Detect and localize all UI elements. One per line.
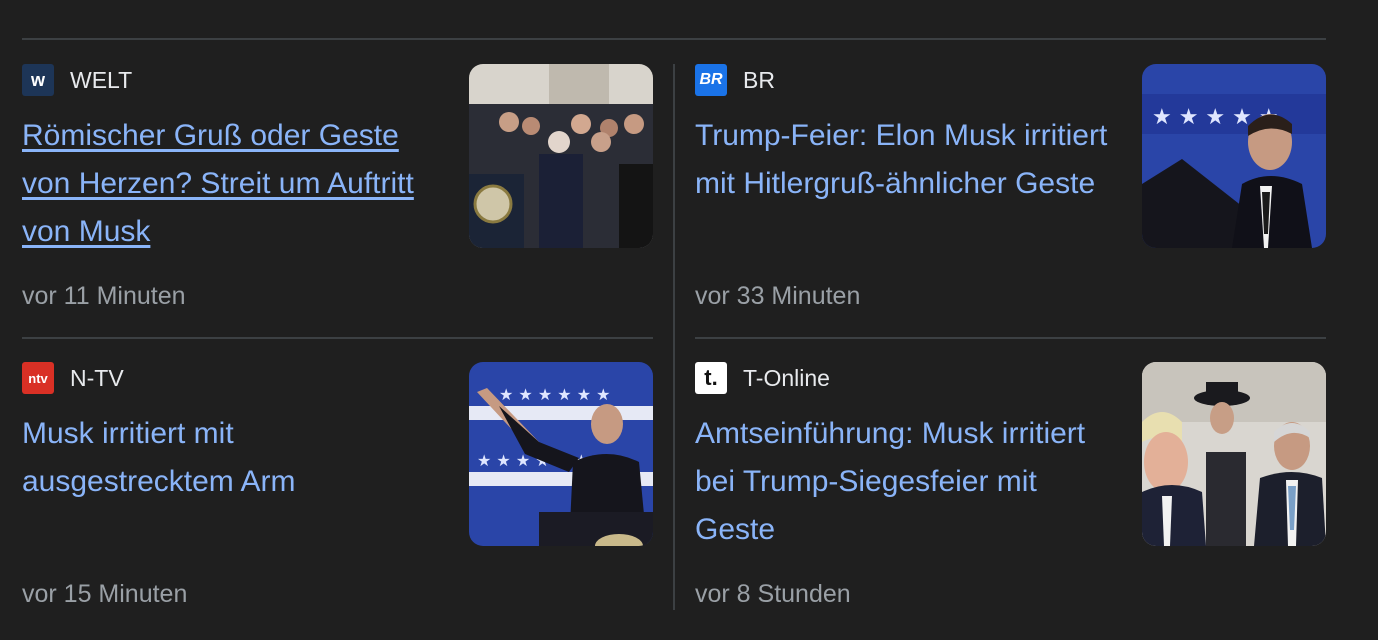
source-row: BR BR [695,64,775,96]
source-name: WELT [70,66,133,93]
trump-ceremony-photo-image [1142,362,1326,546]
top-divider [22,38,1326,40]
article-thumbnail[interactable]: ★ ★ ★ ★ ★ ★ ★ ★ ★ ★ ★ ★ ★ [469,362,653,546]
musk-gesture-photo-image: ★ ★ ★ ★ ★ [1142,64,1326,248]
news-card-t-online[interactable]: t. T-Online Amtseinführung: Musk irritie… [695,362,1326,612]
article-thumbnail[interactable]: ★ ★ ★ ★ ★ [1142,64,1326,248]
headline-link[interactable]: Römischer Gruß oder Geste von Herzen? St… [22,112,452,256]
crowd-photo-image [469,64,653,248]
news-card-br[interactable]: BR BR Trump-Feier: Elon Musk irritiert m… [695,64,1326,314]
br-logo-icon: BR [695,64,727,96]
headline-link[interactable]: Musk irritiert mit ausgestrecktem Arm [22,410,452,506]
news-card-welt[interactable]: w WELT Römischer Gruß oder Geste von Her… [22,64,653,314]
article-thumbnail[interactable] [1142,362,1326,546]
source-name: T-Online [743,364,830,391]
row-divider-right [695,337,1326,339]
timestamp: vor 33 Minuten [695,282,861,310]
source-row: ntv N-TV [22,362,124,394]
source-name: N-TV [70,364,124,391]
ntv-logo-icon: ntv [22,362,54,394]
row-divider-left [22,337,653,339]
svg-text:★ ★ ★ ★ ★ ★: ★ ★ ★ ★ ★ ★ [499,385,611,404]
source-row: w WELT [22,64,132,96]
timestamp: vor 8 Stunden [695,580,851,608]
article-thumbnail[interactable] [469,64,653,248]
musk-raised-arm-photo-image: ★ ★ ★ ★ ★ ★ ★ ★ ★ ★ ★ ★ ★ [469,362,653,546]
timestamp: vor 15 Minuten [22,580,188,608]
welt-logo-icon: w [22,64,54,96]
source-name: BR [743,66,775,93]
news-card-ntv[interactable]: ntv N-TV Musk irritiert mit ausgestreckt… [22,362,653,612]
headline-link[interactable]: Amtseinführung: Musk irritiert bei Trump… [695,410,1125,554]
headline-link[interactable]: Trump-Feier: Elon Musk irritiert mit Hit… [695,112,1125,208]
t-online-logo-icon: t. [695,362,727,394]
source-row: t. T-Online [695,362,830,394]
timestamp: vor 11 Minuten [22,282,186,310]
column-divider [673,64,675,610]
